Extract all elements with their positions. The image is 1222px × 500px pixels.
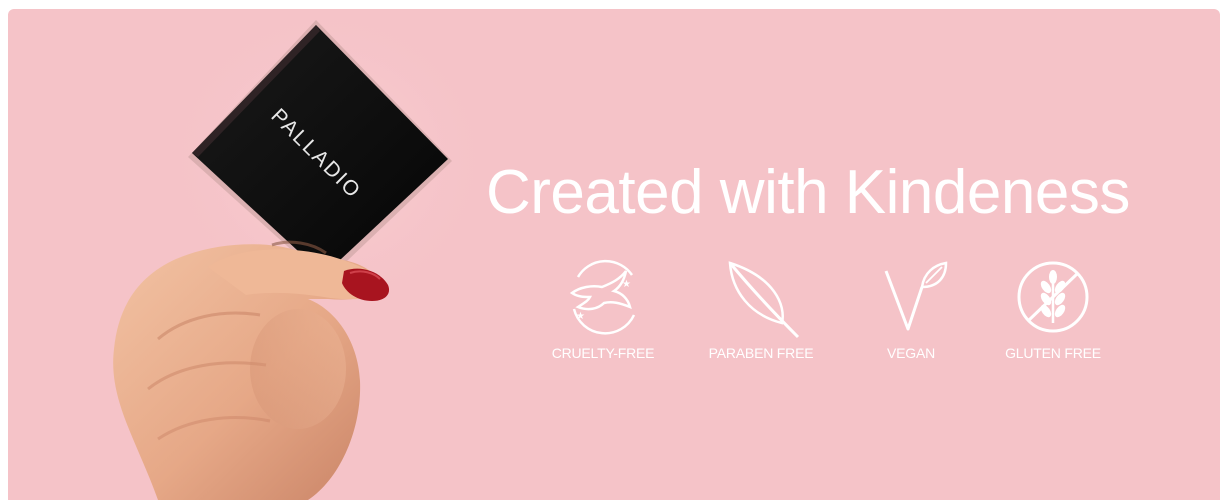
badge-gluten-free: GLUTEN FREE (978, 257, 1128, 361)
badge-label: VEGAN (886, 345, 935, 361)
badge-label: PARABEN FREE (708, 345, 814, 361)
headline: Created with Kindeness (486, 158, 1130, 227)
vegan-v-leaf-icon (884, 261, 948, 331)
leaping-bunny-icon: ★ ★ (569, 259, 636, 335)
hand (113, 240, 390, 500)
hero-banner: PALLADIO Created with Kindeness ★ ★ CRUE… (8, 9, 1220, 500)
hand-holding-product-image: PALLADIO (113, 9, 488, 500)
badge-label: GLUTEN FREE (1005, 345, 1101, 361)
product-claims: ★ ★ CRUELTY-FREE PARABEN FREE VEGAN GLUT… (528, 257, 1148, 387)
svg-text:★: ★ (576, 311, 585, 322)
badge-paraben-free: PARABEN FREE (686, 257, 836, 361)
badge-vegan: VEGAN (836, 257, 986, 361)
no-wheat-icon (1017, 261, 1089, 333)
svg-text:★: ★ (622, 279, 631, 290)
leaf-icon (728, 261, 800, 339)
badge-cruelty-free: ★ ★ CRUELTY-FREE (528, 257, 678, 361)
badge-label: CRUELTY-FREE (551, 345, 655, 361)
